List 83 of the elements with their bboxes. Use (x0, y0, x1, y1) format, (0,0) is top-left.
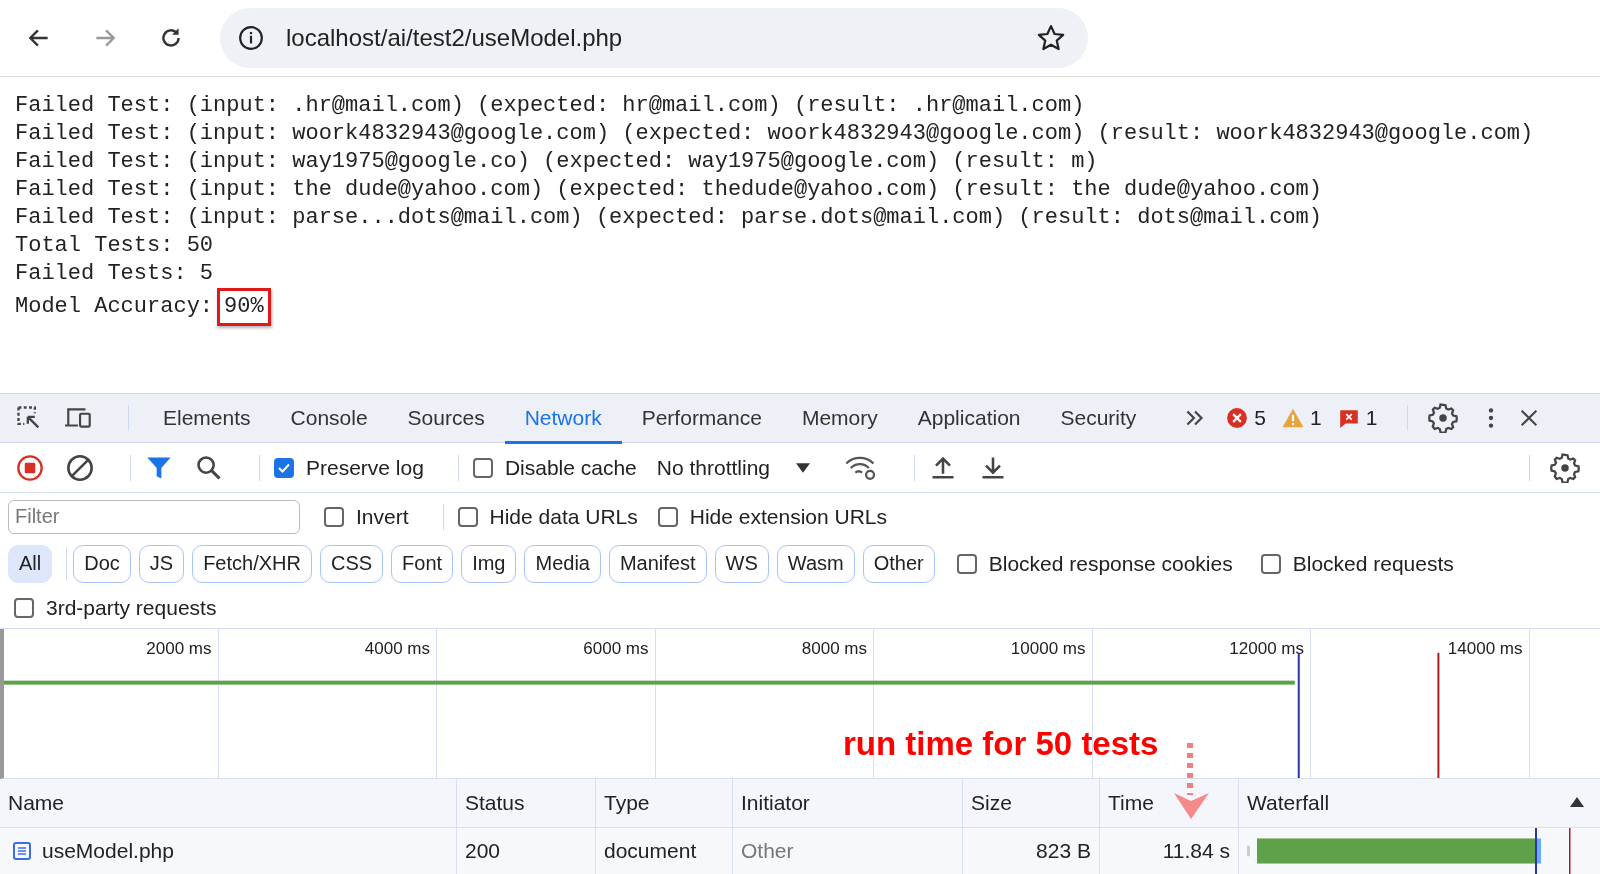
type-filter-button[interactable]: JS (138, 544, 185, 583)
filter-option-label: Invert (356, 504, 409, 529)
devtools-tab[interactable]: Network (504, 395, 622, 444)
timeline-tick-label: 6000 ms (583, 639, 649, 659)
type-filter-button[interactable]: Fetch/XHR (192, 544, 312, 583)
dropdown-caret-icon (796, 462, 811, 473)
devtools-tab[interactable]: Performance (621, 395, 782, 444)
column-header[interactable]: Waterfall (1239, 779, 1600, 827)
counter-count[interactable]: 1 (1365, 406, 1378, 430)
preserve-log-label: Preserve log (306, 455, 424, 480)
timeline-tick-label: 2000 ms (146, 639, 212, 659)
counter-count[interactable]: 1 (1310, 406, 1322, 430)
timeline-tick-label: 12000 ms (1229, 639, 1304, 659)
third-party-checkbox[interactable] (14, 597, 34, 618)
issue-icon (1337, 407, 1360, 429)
column-header[interactable]: Type (596, 779, 733, 827)
timeline-tick-label: 8000 ms (801, 639, 867, 659)
accuracy-value: 90% (217, 288, 271, 327)
devtools-tab[interactable]: Memory (781, 395, 898, 444)
time-cell: 11.84 s (1162, 839, 1230, 863)
devtools-tab[interactable]: Sources (387, 395, 505, 444)
disable-cache-label: Disable cache (504, 455, 637, 480)
network-settings-icon[interactable] (1550, 452, 1580, 483)
timeline-tick-label: 10000 ms (1010, 639, 1086, 659)
filter-option-label: Hide data URLs (489, 504, 638, 529)
type-filter-button[interactable]: WS (714, 544, 769, 583)
filter-field[interactable]: Filter (8, 499, 300, 534)
blocked-filter-checkbox[interactable] (956, 553, 977, 574)
third-party-label: 3rd-party requests (46, 595, 217, 620)
output-line: Failed Test: (input: parse...dots@mail.com) (expected: parse.dots@mail.com) (result: dots@mail.com) (15, 204, 1323, 233)
status-cell: 200 (465, 839, 501, 863)
type-filter-button[interactable]: Manifest (608, 544, 707, 583)
devtools-tab[interactable]: Elements (143, 395, 271, 444)
disable-cache-checkbox[interactable] (472, 457, 493, 478)
column-header[interactable]: Size (963, 779, 1100, 827)
type-cell: document (604, 839, 697, 863)
clear-icon[interactable] (66, 453, 94, 482)
filter-option-label: Hide extension URLs (689, 504, 888, 529)
devtools-tab[interactable]: Application (897, 395, 1041, 444)
type-filter-button[interactable]: Other (862, 544, 935, 583)
sort-ascending-icon (1570, 797, 1584, 807)
warning-icon (1282, 407, 1305, 429)
error-icon (1226, 407, 1249, 429)
info-icon (238, 25, 264, 52)
address-bar[interactable]: localhost/ai/test2/useModel.php (220, 8, 1088, 69)
search-icon[interactable] (195, 453, 223, 482)
preserve-log-checkbox[interactable] (274, 457, 294, 478)
type-filter-button[interactable]: All (8, 544, 53, 583)
size-cell: 823 B (1036, 839, 1091, 863)
type-filter-button[interactable]: Doc (73, 544, 131, 583)
request-name[interactable]: useModel.php (42, 839, 174, 863)
output-line: Total Tests: 50 (15, 232, 215, 261)
type-filter-button[interactable]: Font (391, 544, 454, 583)
type-filter-button[interactable]: CSS (319, 544, 384, 583)
output-line: Failed Test: (input: woork4832943@google.com) (expected: woork4832943@google.com) (result: woork4832943@google.com) (15, 120, 1535, 149)
type-filter-button[interactable]: Wasm (776, 544, 855, 583)
column-header[interactable]: Name (0, 779, 457, 827)
timeline-tick-label: 4000 ms (364, 639, 430, 659)
document-icon (12, 841, 32, 861)
stop-recording-icon[interactable] (16, 453, 44, 482)
blocked-filter-label: Blocked requests (1292, 551, 1454, 576)
counter-count[interactable]: 5 (1254, 406, 1267, 430)
filter-option-checkbox[interactable] (657, 506, 678, 527)
accuracy-label: Model Accuracy: (15, 293, 214, 322)
output-line: Failed Tests: 5 (15, 260, 215, 289)
type-filter-button[interactable]: Img (461, 544, 517, 583)
column-header[interactable]: Status (457, 779, 596, 827)
filter-option-checkbox[interactable] (457, 506, 478, 527)
output-line: Failed Test: (input: the dude@yahoo.com) (expected: thedude@yahoo.com) (result: the dude@yahoo.com) (15, 176, 1323, 205)
settings-icon[interactable] (1428, 403, 1459, 433)
blocked-filter-checkbox[interactable] (1260, 553, 1281, 574)
type-filter-button[interactable]: Media (524, 544, 601, 583)
devtools-tab[interactable]: Console (270, 395, 388, 444)
column-header[interactable]: Initiator (733, 779, 963, 827)
devtools-tab[interactable]: Security (1040, 395, 1157, 444)
initiator-cell: Other (741, 839, 794, 863)
output-line: Failed Test: (input: .hr@mail.com) (expected: hr@mail.com) (result: .hr@mail.com) (15, 92, 1086, 121)
blocked-filter-label: Blocked response cookies (988, 551, 1233, 576)
timeline-tick-label: 14000 ms (1447, 639, 1523, 659)
annotation-text: run time for 50 tests (843, 725, 1159, 763)
filter-option-checkbox[interactable] (324, 506, 344, 527)
output-line: Failed Test: (input: way1975@google.co) (expected: way1975@google.com) (result: m) (15, 148, 1099, 177)
throttling-dropdown[interactable]: No throttling (656, 455, 811, 480)
